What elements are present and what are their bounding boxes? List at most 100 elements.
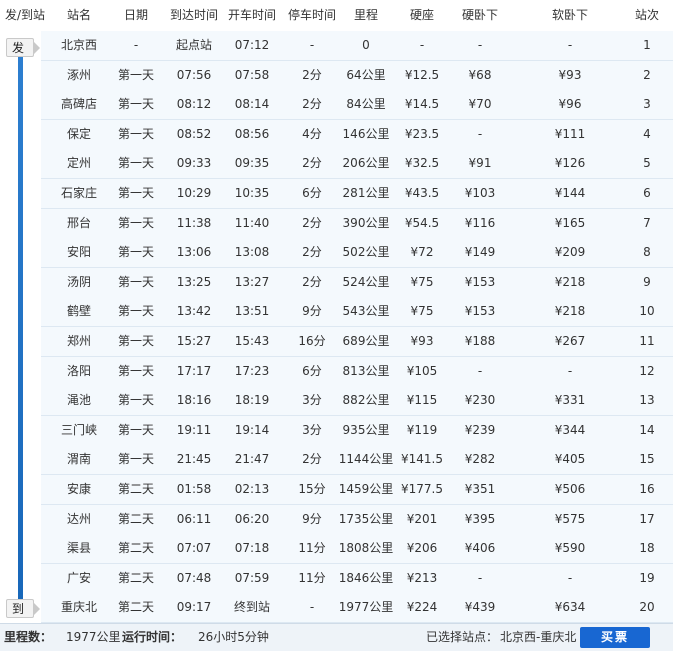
table-row[interactable]: 渠县 第二天 07:07 07:18 11分 1808公里 ¥206 ¥406 ¥590 18 — [41, 534, 673, 565]
soft-sleeper-price-cell: ¥126 — [554, 156, 586, 171]
arrival-time-cell: 01:58 — [176, 482, 212, 496]
departure-time-cell: 08:14 — [234, 97, 270, 112]
header-col-arrival: 到达时间 — [169, 8, 218, 22]
distance-cell: 1808公里 — [338, 541, 394, 556]
hard-sleeper-price-cell: ¥116 — [464, 215, 496, 230]
table-row[interactable]: 广安 第二天 07:48 07:59 11分 1846公里 ¥213- -19 — [41, 563, 673, 594]
buy-ticket-button[interactable]: 买票 — [580, 627, 650, 648]
date-cell: 第一天 — [117, 334, 154, 348]
soft-sleeper-price-cell: ¥93 — [558, 67, 582, 82]
selected-stations-label: 已选择站点： — [426, 630, 499, 644]
soft-sleeper-price-cell: ¥634 — [554, 600, 586, 615]
departure-time-cell: 02:13 — [234, 482, 270, 496]
stop-number-cell: 14 — [639, 422, 655, 437]
date-cell: 第一天 — [117, 126, 154, 141]
hard-seat-price-cell: ¥119 — [406, 422, 438, 437]
departure-time-cell: 07:18 — [234, 541, 270, 556]
hard-seat-price-cell: ¥115 — [406, 393, 438, 408]
table-row[interactable]: 保定 第一天 08:52 08:56 4分 146公里 ¥23.5- ¥111 4 — [41, 119, 673, 150]
date-cell: - — [133, 38, 139, 52]
arrival-time-cell: 07:07 — [176, 541, 212, 556]
distance-cell: 1735公里 — [338, 511, 394, 526]
distance-cell: 390公里 — [342, 215, 390, 230]
soft-sleeper-price-cell: ¥344 — [554, 422, 586, 437]
arrival-time-cell: 18:16 — [176, 393, 212, 408]
distance-cell: 543公里 — [342, 304, 390, 319]
table-row[interactable]: 北京西 - 起点站 07:12-0- - -1 — [41, 31, 673, 61]
table-row[interactable]: 鹤壁 第一天 13:42 13:51 9分 543公里 ¥75 ¥153 ¥218 10 — [41, 297, 673, 328]
table-row[interactable]: 涿州 第一天 07:56 07:58 2分 64公里 ¥12.5 ¥68 ¥93 2 — [41, 60, 673, 91]
hard-sleeper-price-cell: - — [477, 38, 483, 52]
stop-number-cell: 11 — [639, 334, 655, 348]
hard-sleeper-price-cell: ¥103 — [464, 186, 496, 200]
station-name-cell: 达州 — [66, 511, 91, 526]
stop-number-cell: 15 — [639, 452, 655, 467]
runtime-label: 运行时间： — [122, 630, 183, 644]
departure-time-cell: 08:56 — [234, 126, 270, 141]
departure-time-cell: 17:23 — [234, 363, 270, 378]
distance-cell: 84公里 — [346, 97, 386, 112]
distance-cell: 1144公里 — [338, 452, 394, 467]
station-name-cell: 郑州 — [66, 334, 91, 348]
hard-sleeper-price-cell: ¥153 — [464, 274, 496, 289]
table-row[interactable]: 渭南 第一天 21:45 21:47 2分 1144公里 ¥141.5 ¥282 ¥405 15 — [41, 445, 673, 476]
departure-time-cell: 18:19 — [234, 393, 270, 408]
departure-time-cell: 07:58 — [234, 67, 270, 82]
arrival-time-cell: 19:11 — [176, 422, 212, 437]
distance-cell: 935公里 — [342, 422, 390, 437]
departure-time-cell: 07:59 — [234, 570, 270, 585]
distance-cell: 281公里 — [342, 186, 390, 200]
table-row[interactable]: 高碑店 第一天 08:12 08:14 2分 84公里 ¥14.5 ¥70 ¥96 3 — [41, 90, 673, 121]
table-row[interactable]: 石家庄 第一天 10:29 10:35 6分 281公里 ¥43.5 ¥103 ¥144 6 — [41, 179, 673, 209]
departure-time-cell: 10:35 — [234, 186, 270, 200]
arrival-time-cell: 08:52 — [176, 126, 212, 141]
arrival-time-cell: 17:17 — [176, 363, 212, 378]
stop-number-cell: 12 — [639, 363, 655, 378]
stop-number-cell: 20 — [639, 600, 655, 615]
table-row[interactable]: 邢台 第一天 11:38 11:40 2分 390公里 ¥54.5 ¥116 ¥165 7 — [41, 208, 673, 239]
arrival-time-cell: 09:33 — [176, 156, 212, 171]
soft-sleeper-price-cell: ¥506 — [554, 482, 586, 496]
soft-sleeper-price-cell: - — [567, 363, 573, 378]
hard-seat-price-cell: ¥105 — [406, 363, 438, 378]
table-row[interactable]: 郑州 第一天 15:27 15:43 16分 689公里 ¥93 ¥188 ¥267 11 — [41, 327, 673, 357]
stop-number-cell: 5 — [643, 156, 651, 171]
distance-cell: 524公里 — [342, 274, 390, 289]
hard-seat-price-cell: ¥14.5 — [404, 97, 440, 112]
stop-number-cell: 16 — [639, 482, 655, 496]
stop-number-cell: 1 — [643, 38, 651, 52]
stop-number-cell: 19 — [639, 570, 655, 585]
hard-seat-price-cell: ¥43.5 — [404, 186, 440, 200]
hard-sleeper-price-cell: ¥282 — [464, 452, 496, 467]
arrival-time-cell: 08:12 — [176, 97, 212, 112]
runtime-value: 26小时5分钟 — [198, 630, 269, 644]
table-row[interactable]: 安康 第二天 01:58 02:13 15分 1459公里 ¥177.5 ¥351 ¥506 16 — [41, 475, 673, 505]
hard-sleeper-price-cell: ¥439 — [464, 600, 496, 615]
arrival-time-cell: 09:17 — [176, 600, 212, 615]
table-row[interactable]: 洛阳 第一天 17:17 17:23 6分 813公里 ¥105- -12 — [41, 356, 673, 387]
station-name-cell: 汤阴 — [66, 274, 91, 289]
table-row[interactable]: 安阳 第一天 13:06 13:08 2分 502公里 ¥72 ¥149 ¥209 8 — [41, 238, 673, 269]
table-row[interactable]: 三门峡 第一天 19:11 19:14 3分 935公里 ¥119 ¥239 ¥344 14 — [41, 415, 673, 446]
distance-cell: 146公里 — [342, 126, 390, 141]
table-row[interactable]: 重庆北 第二天 09:17 终到站 -1977公里 ¥224 ¥439 ¥634 20 — [41, 593, 673, 624]
hard-sleeper-price-cell: ¥395 — [464, 511, 496, 526]
stop-number-cell: 2 — [643, 67, 651, 82]
soft-sleeper-price-cell: - — [567, 38, 573, 52]
table-row[interactable]: 汤阴 第一天 13:25 13:27 2分 524公里 ¥75 ¥153 ¥218 9 — [41, 267, 673, 298]
soft-sleeper-price-cell: ¥218 — [554, 304, 586, 319]
table-row[interactable]: 达州 第二天 06:11 06:20 9分 1735公里 ¥201 ¥395 ¥575 17 — [41, 504, 673, 535]
arrival-time-cell: 06:11 — [176, 511, 212, 526]
arrival-time-cell: 13:06 — [176, 245, 212, 260]
table-row[interactable]: 渑池 第一天 18:16 18:19 3分 882公里 ¥115 ¥230 ¥331 13 — [41, 386, 673, 417]
date-cell: 第二天 — [117, 482, 154, 496]
date-cell: 第一天 — [117, 393, 154, 408]
distance-cell: 882公里 — [342, 393, 390, 408]
hard-sleeper-price-cell: ¥70 — [468, 97, 492, 112]
soft-sleeper-price-cell: ¥331 — [554, 393, 586, 408]
distance-cell: 1977公里 — [338, 600, 394, 615]
distance-cell: 689公里 — [342, 334, 390, 348]
departure-time-cell: 15:43 — [234, 334, 270, 348]
table-row[interactable]: 定州 第一天 09:33 09:35 2分 206公里 ¥32.5 ¥91 ¥126 5 — [41, 149, 673, 180]
distance-cell: 813公里 — [342, 363, 390, 378]
